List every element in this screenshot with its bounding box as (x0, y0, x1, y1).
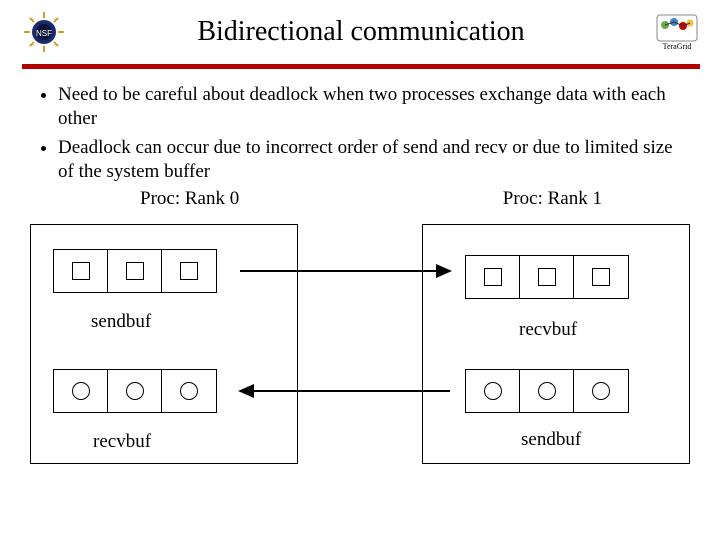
buf-cell (520, 370, 574, 412)
bullet-list: Need to be careful about deadlock when t… (0, 83, 720, 184)
bullet-item: Deadlock can occur due to incorrect orde… (58, 136, 690, 185)
buf-cell (466, 370, 520, 412)
slide-title: Bidirectional communication (66, 16, 656, 48)
proc1-recvbuf-label: recvbuf (519, 319, 577, 341)
buf-cell (574, 256, 628, 298)
circle-icon (538, 382, 556, 400)
proc1-sendbuf-row (465, 369, 629, 413)
proc0-sendbuf-row (53, 249, 217, 293)
proc0-recvbuf-row (53, 369, 217, 413)
circle-icon (484, 382, 502, 400)
square-icon (180, 262, 198, 280)
proc0-box: sendbuf recvbuf (30, 224, 298, 464)
teragrid-label: TeraGrid (663, 42, 692, 51)
bullet-item: Need to be careful about deadlock when t… (58, 83, 690, 132)
square-icon (592, 268, 610, 286)
proc1-box: recvbuf sendbuf (422, 224, 690, 464)
proc1-label: Proc: Rank 1 (503, 188, 602, 210)
buf-cell (162, 370, 216, 412)
proc0-label: Proc: Rank 0 (140, 188, 239, 210)
circle-icon (592, 382, 610, 400)
square-icon (484, 268, 502, 286)
proc0-sendbuf-label: sendbuf (91, 311, 151, 333)
buf-cell (108, 370, 162, 412)
buf-cell (466, 256, 520, 298)
buf-cell (54, 370, 108, 412)
buf-cell (54, 250, 108, 292)
arrow-left-icon (240, 390, 450, 392)
proc-label-row: Proc: Rank 0 Proc: Rank 1 (0, 188, 720, 210)
buf-cell (574, 370, 628, 412)
diagram-area: sendbuf recvbuf recvbuf sendbuf (30, 218, 690, 474)
slide-header: NSF Bidirectional communication TeraGrid (0, 0, 720, 58)
buf-cell (162, 250, 216, 292)
circle-icon (126, 382, 144, 400)
buf-cell (108, 250, 162, 292)
square-icon (538, 268, 556, 286)
circle-icon (180, 382, 198, 400)
header-divider (22, 64, 700, 69)
square-icon (72, 262, 90, 280)
teragrid-logo-icon: TeraGrid (656, 14, 698, 51)
nsf-logo-icon: NSF (22, 10, 66, 54)
proc1-sendbuf-label: sendbuf (521, 429, 581, 451)
arrow-right-icon (240, 270, 450, 272)
svg-text:NSF: NSF (36, 29, 52, 38)
buf-cell (520, 256, 574, 298)
proc1-recvbuf-row (465, 255, 629, 299)
proc0-recvbuf-label: recvbuf (93, 431, 151, 453)
square-icon (126, 262, 144, 280)
circle-icon (72, 382, 90, 400)
